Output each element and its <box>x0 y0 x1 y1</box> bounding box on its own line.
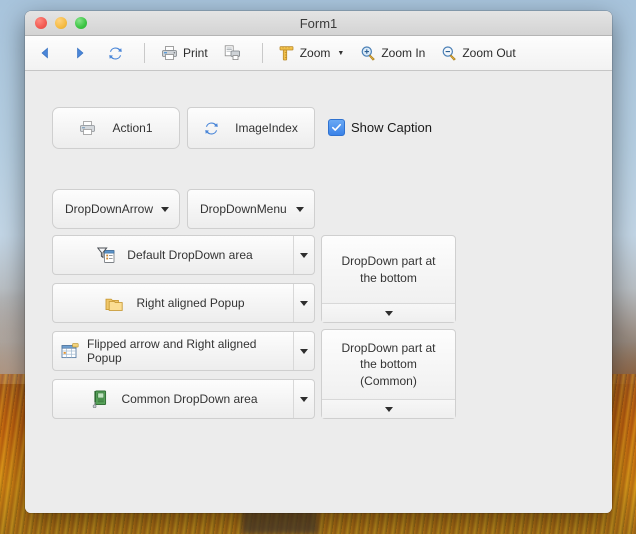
printer-icon <box>79 120 96 136</box>
flipped-arrow-main[interactable]: Flipped arrow and Right aligned Popup <box>53 332 293 370</box>
refresh-icon <box>204 121 219 136</box>
right-aligned-popup-label: Right aligned Popup <box>136 296 245 310</box>
print-preview-button[interactable] <box>217 40 253 66</box>
imageindex-button[interactable]: ImageIndex <box>187 107 315 149</box>
dropdown-bottom-panel-strip[interactable] <box>322 303 455 322</box>
right-aligned-popup-arrow[interactable] <box>293 284 314 322</box>
back-arrow-icon <box>38 46 52 60</box>
print-button[interactable]: Print <box>154 40 215 66</box>
default-dropdown-area-main[interactable]: Default DropDown area <box>53 236 293 274</box>
right-aligned-popup-main[interactable]: Right aligned Popup <box>53 284 293 322</box>
folder-icon <box>105 295 124 312</box>
toolbar: Print Zoom ▼ Zoom In Zoom Out <box>25 36 612 71</box>
dropdownmenu-label: DropDownMenu <box>200 202 287 216</box>
right-aligned-popup-button[interactable]: Right aligned Popup <box>52 283 315 323</box>
back-button[interactable] <box>31 40 64 66</box>
dropdown-bottom-common-panel[interactable]: DropDown part at the bottom (Common) <box>321 329 456 419</box>
common-dropdown-area-button[interactable]: Common DropDown area <box>52 379 315 419</box>
dropdown-bottom-common-panel-text: DropDown part at the bottom (Common) <box>341 341 436 388</box>
dropdown-bottom-common-panel-strip[interactable] <box>322 399 455 418</box>
flipped-arrow-arrow[interactable] <box>293 332 314 370</box>
show-caption-checkbox-row[interactable]: Show Caption <box>328 119 432 136</box>
common-dropdown-area-arrow[interactable] <box>293 380 314 418</box>
filter-list-icon <box>97 247 115 264</box>
zoom-in-label: Zoom In <box>381 46 426 60</box>
forward-arrow-icon <box>73 46 87 60</box>
common-dropdown-area-main[interactable]: Common DropDown area <box>53 380 293 418</box>
toolbar-separator-2 <box>261 43 263 63</box>
toolbar-separator-1 <box>144 43 145 63</box>
zoom-button[interactable] <box>75 17 87 29</box>
chevron-down-icon <box>300 252 308 258</box>
chevron-down-icon <box>300 396 308 402</box>
green-notebook-icon <box>92 390 109 409</box>
print-preview-icon <box>224 45 241 61</box>
print-label: Print <box>183 46 208 60</box>
action1-label: Action1 <box>112 121 153 135</box>
close-button[interactable] <box>35 17 47 29</box>
zoom-out-icon <box>441 45 457 61</box>
dropdown-bottom-panel-text: DropDown part at the bottom <box>341 254 436 285</box>
chevron-down-icon <box>161 206 169 212</box>
grid-table-icon <box>61 342 79 360</box>
zoom-label: Zoom <box>299 46 331 60</box>
dropdownarrow-label: DropDownArrow <box>65 202 154 216</box>
form-client-area: Action1 ImageIndex Show Caption DropDown… <box>25 71 612 513</box>
show-caption-label: Show Caption <box>351 120 432 135</box>
flipped-arrow-label: Flipped arrow and Right aligned Popup <box>87 337 257 365</box>
refresh-icon <box>108 46 123 61</box>
chevron-down-icon: ▼ <box>337 49 345 57</box>
application-window: Form1 Print Zoom ▼ Zoom In Zoom Out Acti… <box>25 11 612 513</box>
zoom-in-icon <box>360 45 376 61</box>
action1-button[interactable]: Action1 <box>52 107 180 149</box>
refresh-button[interactable] <box>101 40 135 66</box>
chevron-down-icon <box>300 348 308 354</box>
dropdownmenu-combo[interactable]: DropDownMenu <box>187 189 315 229</box>
title-bar[interactable]: Form1 <box>25 11 612 36</box>
zoom-out-button[interactable]: Zoom Out <box>434 40 522 66</box>
forward-button[interactable] <box>66 40 99 66</box>
window-title: Form1 <box>299 15 338 31</box>
zoom-in-button[interactable]: Zoom In <box>353 40 432 66</box>
dropdownarrow-combo[interactable]: DropDownArrow <box>52 189 180 229</box>
traffic-lights <box>35 17 87 29</box>
chevron-down-icon <box>384 310 393 316</box>
minimize-button[interactable] <box>55 17 67 29</box>
printer-icon <box>161 45 178 61</box>
common-dropdown-area-label: Common DropDown area <box>121 392 258 406</box>
chevron-down-icon <box>300 300 308 306</box>
chevron-down-icon <box>384 406 393 412</box>
chevron-down-icon <box>296 206 304 212</box>
show-caption-checkbox[interactable] <box>328 119 345 136</box>
ruler-icon <box>279 45 295 61</box>
default-dropdown-area-arrow[interactable] <box>293 236 314 274</box>
zoom-dropdown-button[interactable]: Zoom ▼ <box>272 40 352 66</box>
checkmark-icon <box>332 123 341 131</box>
flipped-arrow-right-aligned-popup-button[interactable]: Flipped arrow and Right aligned Popup <box>52 331 315 371</box>
default-dropdown-area-label: Default DropDown area <box>127 248 253 262</box>
dropdown-bottom-panel[interactable]: DropDown part at the bottom <box>321 235 456 323</box>
imageindex-label: ImageIndex <box>235 121 298 135</box>
default-dropdown-area-button[interactable]: Default DropDown area <box>52 235 315 275</box>
zoom-out-label: Zoom Out <box>462 46 516 60</box>
